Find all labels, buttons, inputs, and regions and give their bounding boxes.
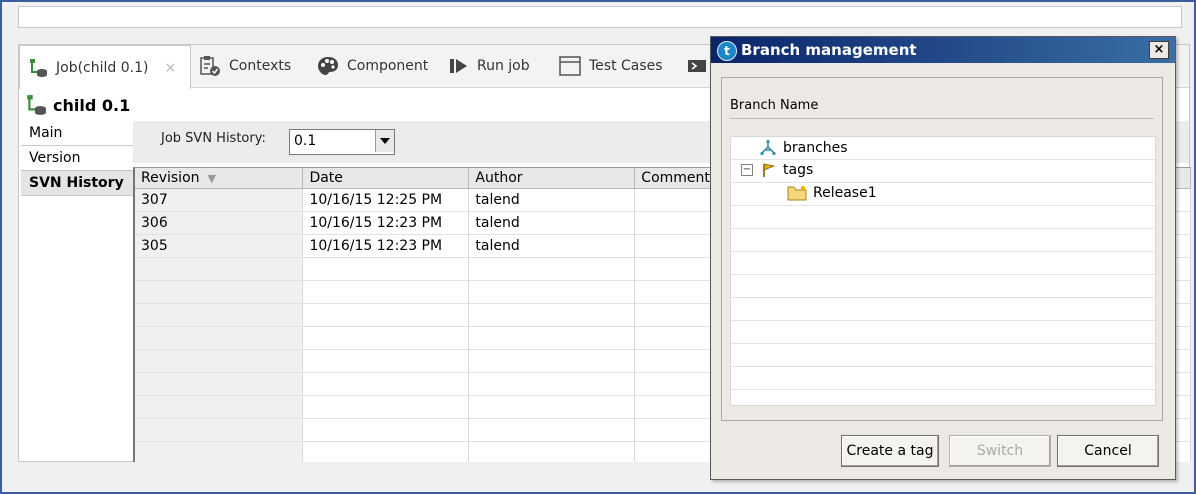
tree-row [731,321,1155,344]
tree-row [731,229,1155,252]
dialog-title-bar[interactable]: t Branch management × [711,37,1175,63]
cell-author: talend [468,188,636,212]
create-tag-button[interactable]: Create a tag [841,435,939,467]
version-select-value: 0.1 [294,133,317,149]
contexts-icon [200,56,220,76]
cell-date: 10/16/15 12:25 PM [302,188,470,212]
cell-revision: 306 [135,211,304,235]
version-select[interactable]: 0.1 [289,129,395,155]
branch-tree: branches − tags Release1 [730,136,1156,406]
tab-contexts[interactable]: Contexts [199,45,291,87]
tree-item-branches-label: branches [783,140,848,156]
talend-logo-icon: t [717,41,737,61]
tab-run-job-label: Run job [477,58,530,74]
branches-icon [760,139,776,156]
tab-component-label: Component [347,58,429,74]
tree-row [731,275,1155,298]
tree-row [731,367,1155,390]
tree-item-tags-label: tags [783,162,814,178]
chevron-down-icon[interactable] [375,130,394,152]
tab-contexts-label: Contexts [229,58,292,74]
tab-test-cases-label: Test Cases [589,58,663,74]
run-job-icon [450,59,467,73]
tab-run-job[interactable]: Run job [449,45,530,87]
job-icon [30,58,47,77]
cell-revision: 307 [135,188,304,212]
dialog-body: Branch Name branches − tags Release1 [721,77,1163,421]
job-title-text: child 0.1 [53,95,131,115]
column-header-revision[interactable]: Revision ▼ [135,168,304,189]
job-svn-history-label: Job SVN History: [161,131,266,146]
test-cases-icon [559,56,581,76]
sort-arrow-icon: ▼ [207,172,216,185]
tab-job[interactable]: Job(child 0.1) × [19,45,191,89]
folder-icon [787,185,807,201]
tree-item-branches[interactable]: branches [759,139,848,157]
tag-flag-icon [763,163,776,177]
dialog-title: Branch management [741,41,917,59]
tab-test-cases[interactable]: Test Cases [559,45,663,87]
collapse-icon[interactable]: − [741,164,753,176]
cell-date: 10/16/15 12:23 PM [302,234,470,258]
tree-item-release1-label: Release1 [813,185,877,201]
divider [730,118,1154,119]
nav-main[interactable]: Main [21,121,133,146]
column-header-date[interactable]: Date [302,168,470,189]
component-icon [318,57,338,75]
tree-row [731,298,1155,321]
branch-name-label: Branch Name [730,98,819,113]
overflow-tab-icon [688,60,706,72]
tree-row: branches [731,137,1155,160]
nav-svn-history[interactable]: SVN History [21,171,133,196]
nav-version[interactable]: Version [21,146,133,171]
tree-row: − tags [731,160,1155,183]
top-strip [18,6,1182,28]
job-title: child 0.1 [25,93,130,117]
close-icon[interactable]: × [1149,41,1169,59]
cell-date: 10/16/15 12:23 PM [302,211,470,235]
column-header-author[interactable]: Author [468,168,636,189]
cell-author: talend [468,211,636,235]
tree-row [731,344,1155,367]
tree-row: Release1 [731,183,1155,206]
tab-job-label: Job(child 0.1) [56,59,149,76]
tree-row [731,206,1155,229]
tree-row [731,252,1155,275]
cell-author: talend [468,234,636,258]
tree-item-tags[interactable]: tags [761,162,813,178]
close-icon[interactable]: × [164,60,176,76]
job-icon [27,95,46,115]
tab-component[interactable]: Component [317,45,428,87]
cancel-button[interactable]: Cancel [1057,435,1159,467]
window-frame: Job(child 0.1) × Contexts Component Run … [0,0,1196,494]
branch-management-dialog: t Branch management × Branch Name branch… [710,36,1176,480]
cell-revision: 305 [135,234,304,258]
switch-button[interactable]: Switch [949,435,1051,467]
tree-item-release1[interactable]: Release1 [787,185,877,201]
properties-nav: Main Version SVN History [21,121,134,461]
